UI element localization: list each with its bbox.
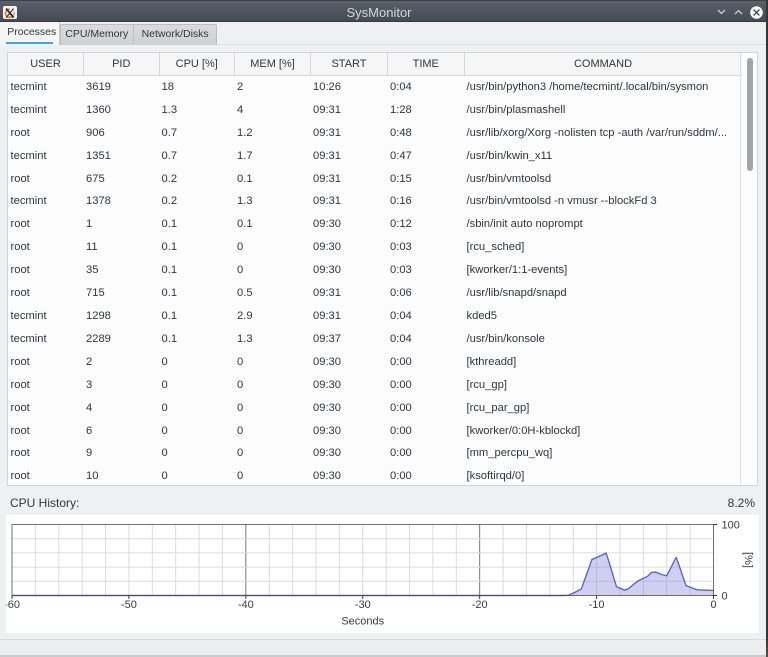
svg-text:-20: -20 (472, 599, 488, 611)
svg-text:0: 0 (710, 599, 716, 611)
svg-text:-30: -30 (355, 599, 371, 611)
svg-text:-10: -10 (589, 599, 605, 611)
svg-text:100: 100 (722, 520, 740, 532)
svg-text:-60: -60 (6, 599, 20, 611)
svg-text:-50: -50 (121, 599, 137, 611)
svg-text:Seconds: Seconds (341, 616, 384, 628)
svg-text:[%]: [%] (742, 552, 754, 568)
svg-text:0: 0 (722, 591, 728, 603)
svg-text:-40: -40 (238, 599, 254, 611)
